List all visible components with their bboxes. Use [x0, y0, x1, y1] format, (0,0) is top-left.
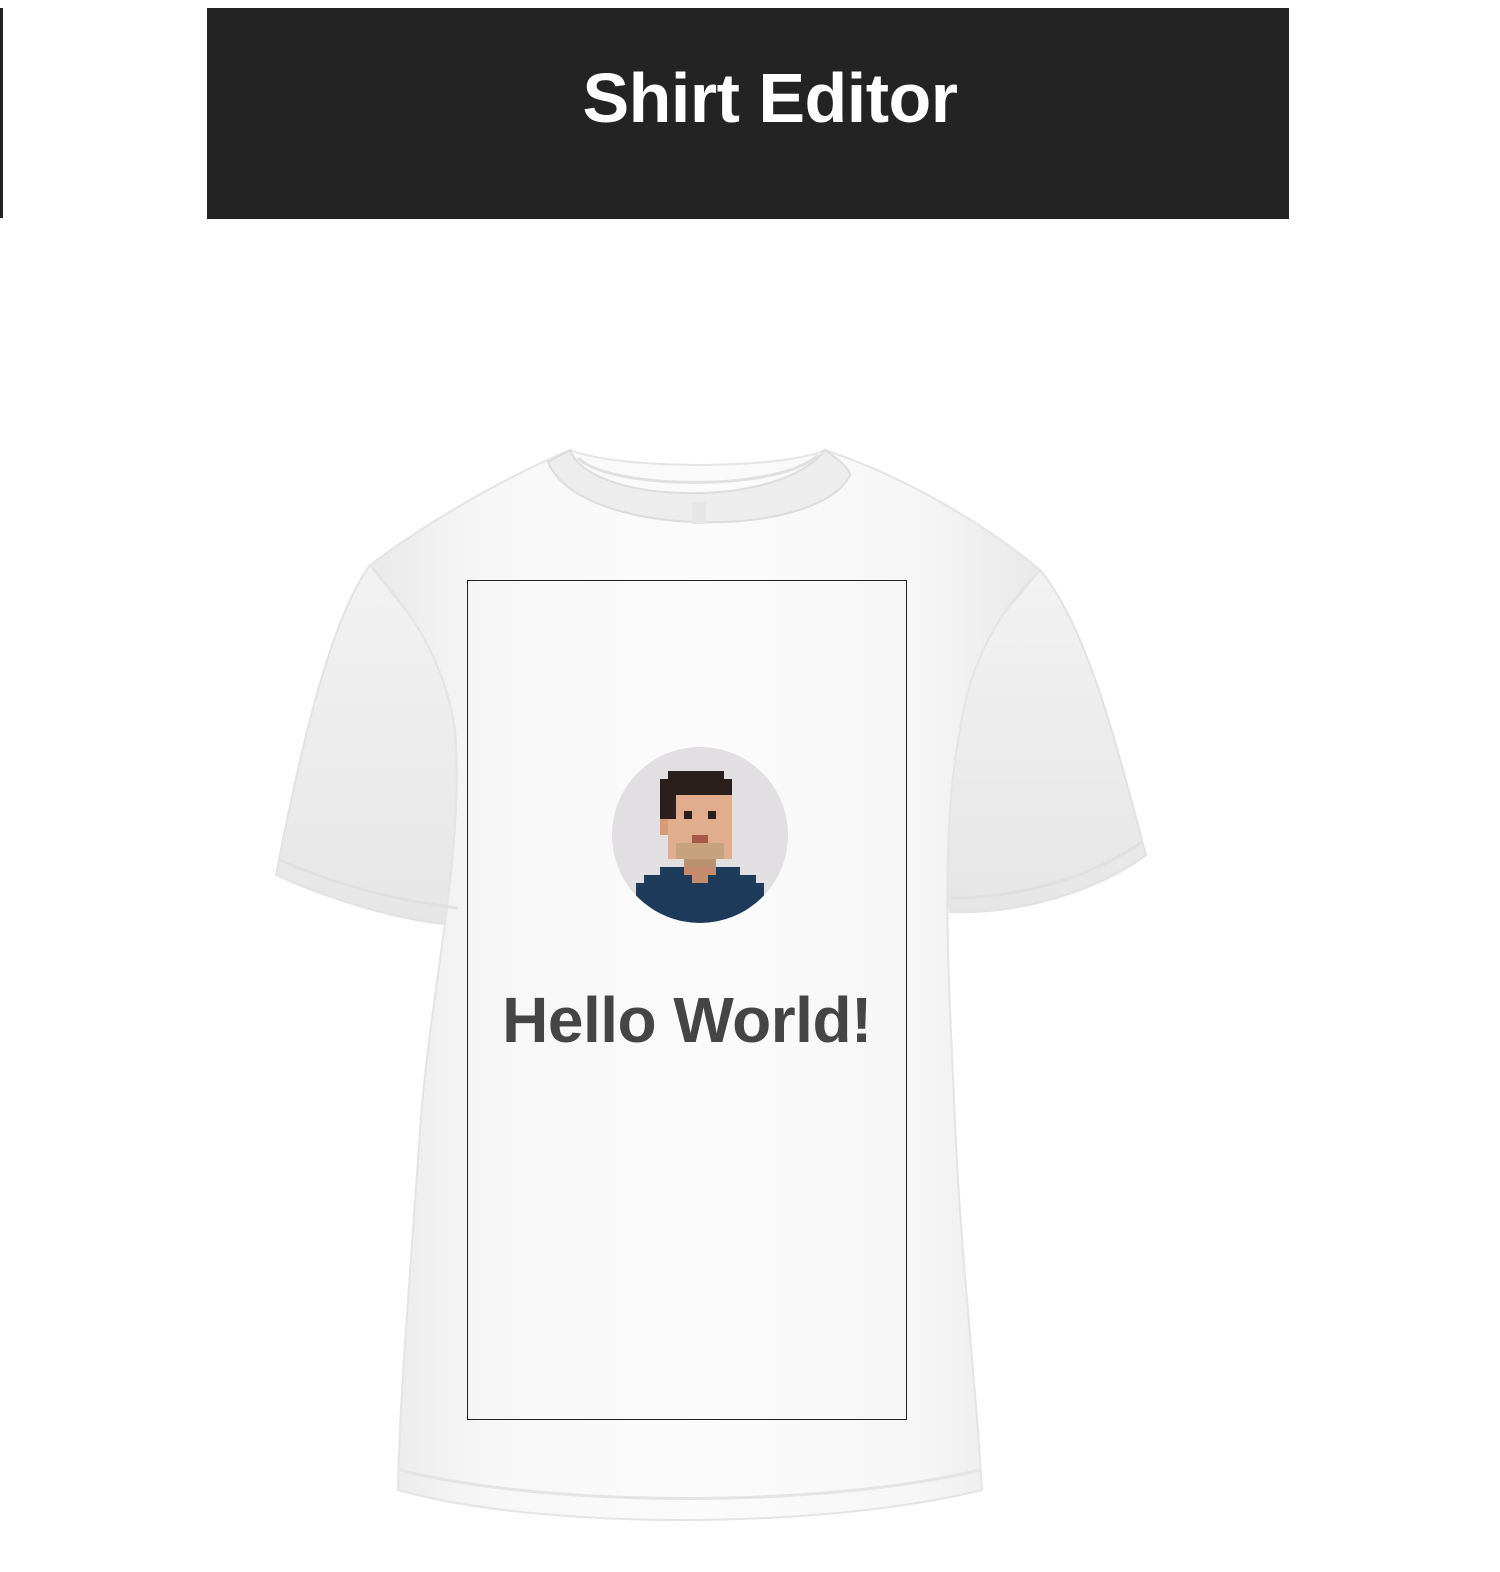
page-title: Shirt Editor — [582, 59, 958, 137]
header-bar: Shirt Editor — [207, 8, 1289, 219]
left-edge-divider — [0, 8, 3, 218]
shirt-print-text[interactable]: Hello World! — [467, 980, 907, 1060]
pixel-avatar-icon[interactable] — [612, 747, 788, 923]
shirt-editor-page: Shirt Editor Hello World! — [0, 0, 1500, 1572]
